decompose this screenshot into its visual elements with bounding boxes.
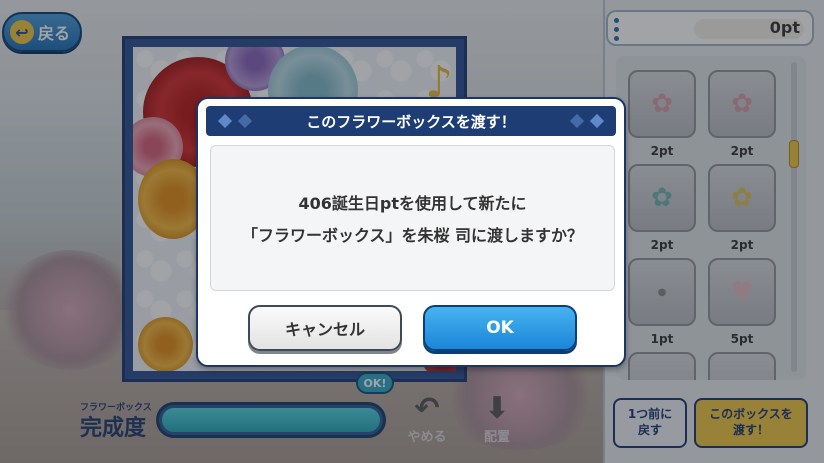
dialog-title: このフラワーボックスを渡す！ <box>306 112 516 131</box>
cancel-button[interactable]: キャンセル <box>248 305 402 351</box>
dialog-body: 406誕生日ptを使用して新たに 「フラワーボックス」を朱桜 司に渡しますか？ <box>210 145 615 291</box>
ok-button[interactable]: OK <box>423 305 577 351</box>
diamond-ornament-icon <box>237 113 253 129</box>
diamond-ornament-icon <box>217 113 233 129</box>
dialog-header: このフラワーボックスを渡す！ <box>206 106 616 136</box>
confirm-dialog: このフラワーボックスを渡す！ 406誕生日ptを使用して新たに 「フラワーボック… <box>196 97 626 367</box>
diamond-ornament-icon <box>589 113 605 129</box>
dialog-message-line2: 「フラワーボックス」を朱桜 司に渡しますか？ <box>241 226 584 245</box>
dialog-message-line1: 406誕生日ptを使用して新たに <box>298 194 527 213</box>
diamond-ornament-icon <box>569 113 585 129</box>
